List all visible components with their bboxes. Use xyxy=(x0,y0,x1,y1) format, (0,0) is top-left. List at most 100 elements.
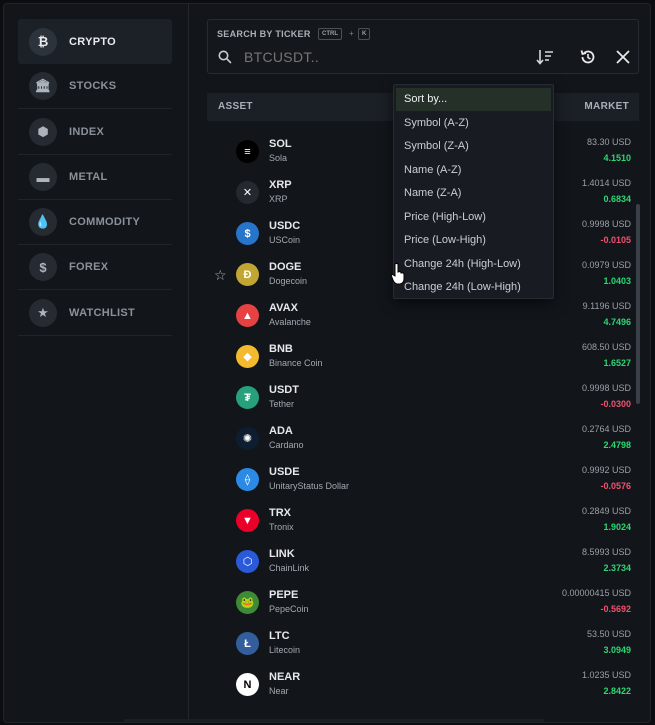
close-icon xyxy=(616,50,630,64)
asset-price: 8.5993 USD xyxy=(581,547,631,557)
asset-symbol: LTC xyxy=(269,630,290,642)
coin-icon: ≡ xyxy=(236,140,259,163)
sort-menu-item[interactable]: Change 24h (Low-High) xyxy=(396,276,551,299)
asset-name: Cardano xyxy=(269,440,304,450)
sort-menu-item[interactable]: Change 24h (High-Low) xyxy=(396,253,551,276)
asset-price: 0.2849 USD xyxy=(581,506,631,516)
asset-price: 9.1196 USD xyxy=(582,301,631,311)
asset-change: -0.5692 xyxy=(600,604,631,614)
sort-menu-item[interactable]: Name (A-Z) xyxy=(396,159,551,182)
sidebar-item-label: COMMODITY xyxy=(69,216,141,228)
cube-icon: ⬢ xyxy=(29,118,57,146)
sidebar-item-index[interactable]: ⬢ INDEX xyxy=(18,110,172,155)
sort-menu-item[interactable]: Price (High-Low) xyxy=(396,206,551,229)
coin-icon: 🐸 xyxy=(236,591,259,614)
table-row[interactable]: ◆ BNB Binance Coin 608.50 USD 1.6527 xyxy=(207,337,639,378)
asset-name: PepeCoin xyxy=(269,604,309,614)
sort-button[interactable] xyxy=(534,46,556,68)
asset-change: -0.0300 xyxy=(600,399,631,409)
table-row[interactable]: ✺ ADA Cardano 0.2764 USD 2.4798 xyxy=(207,419,639,460)
sidebar-item-crypto[interactable]: ₿ CRYPTO xyxy=(18,19,172,64)
sort-menu-header[interactable]: Sort by... xyxy=(396,88,551,111)
asset-change: -0.0576 xyxy=(600,481,631,491)
coin-icon: ▼ xyxy=(236,509,259,532)
sort-menu-item[interactable]: Name (Z-A) xyxy=(396,182,551,205)
asset-name: Dogecoin xyxy=(269,276,308,286)
kbd-plus: + xyxy=(349,29,354,38)
asset-price: 608.50 USD xyxy=(581,342,631,352)
sidebar-item-label: FOREX xyxy=(69,261,109,273)
dollar-icon: $ xyxy=(29,253,57,281)
asset-symbol: LINK xyxy=(269,548,295,560)
asset-change: 4.1510 xyxy=(603,153,631,163)
sort-menu-item[interactable]: Symbol (Z-A) xyxy=(396,135,551,158)
column-asset[interactable]: ASSET xyxy=(218,101,253,112)
table-row[interactable]: ⬡ LINK ChainLink 8.5993 USD 2.3734 xyxy=(207,542,639,583)
sidebar-item-commodity[interactable]: 💧 COMMODITY xyxy=(18,200,172,245)
coin-icon: ⬡ xyxy=(236,550,259,573)
coin-icon: Ł xyxy=(236,632,259,655)
table-row[interactable]: N NEAR Near 1.0235 USD 2.8422 xyxy=(207,665,639,706)
history-button[interactable] xyxy=(577,46,599,68)
asset-name: UnitaryStatus Dollar xyxy=(269,481,350,491)
asset-name: Binance Coin xyxy=(269,358,323,368)
asset-symbol: AVAX xyxy=(269,302,298,314)
asset-change: 2.4798 xyxy=(603,440,631,450)
search-icon xyxy=(218,50,232,64)
asset-name: USCoin xyxy=(269,235,301,245)
table-row[interactable]: ⟠ USDE UnitaryStatus Dollar 0.9992 USD -0.05… xyxy=(207,460,639,501)
kbd-ctrl: CTRL xyxy=(318,28,342,40)
bank-icon: 🏛 xyxy=(29,72,57,100)
asset-change: 2.8422 xyxy=(603,686,631,696)
asset-symbol: NEAR xyxy=(269,671,301,683)
sidebar-item-forex[interactable]: $ FOREX xyxy=(18,245,172,290)
asset-symbol: USDC xyxy=(269,220,301,232)
asset-change: 4.7496 xyxy=(603,317,631,327)
table-row[interactable]: ₮ USDT Tether 0.9998 USD -0.0300 xyxy=(207,378,639,419)
asset-symbol: PEPE xyxy=(269,589,299,601)
asset-change: 1.6527 xyxy=(603,358,631,368)
asset-change: 2.3734 xyxy=(603,563,631,573)
close-button[interactable] xyxy=(612,46,634,68)
asset-symbol: DOGE xyxy=(269,261,302,273)
asset-change: 1.9024 xyxy=(603,522,631,532)
asset-price: 1.0235 USD xyxy=(581,670,631,680)
sidebar-item-label: METAL xyxy=(69,171,108,183)
asset-price: 83.30 USD xyxy=(586,137,631,147)
asset-price: 0.2764 USD xyxy=(581,424,631,434)
asset-price: 0.0979 USD xyxy=(581,260,631,270)
sidebar-item-metal[interactable]: ▬ METAL xyxy=(18,155,172,200)
sort-menu-item[interactable]: Price (Low-High) xyxy=(396,229,551,252)
asset-name: ChainLink xyxy=(269,563,310,573)
asset-change: 3.0949 xyxy=(603,645,631,655)
scrollbar[interactable] xyxy=(636,204,640,404)
table-row[interactable]: 🐸 PEPE PepeCoin 0.00000415 USD -0.5692 xyxy=(207,583,639,624)
search-input[interactable] xyxy=(244,47,504,67)
asset-symbol: SOL xyxy=(269,138,292,150)
gold-bars-icon: ▬ xyxy=(29,163,57,191)
drop-icon: 💧 xyxy=(29,208,57,236)
table-row[interactable]: Ł LTC Litecoin 53.50 USD 3.0949 xyxy=(207,624,639,665)
history-icon xyxy=(580,50,595,64)
app-window: ₿ CRYPTO 🏛 STOCKS ⬢ INDEX ▬ METAL 💧 COMMODITY $ FOR… xyxy=(3,3,651,723)
sort-icon xyxy=(536,50,553,65)
asset-change: 0.6834 xyxy=(603,194,631,204)
coin-icon: Ð xyxy=(236,263,259,286)
asset-name: Sola xyxy=(269,153,288,163)
asset-name: XRP xyxy=(269,194,288,204)
sidebar-item-stocks[interactable]: 🏛 STOCKS xyxy=(18,64,172,109)
sort-dropdown: Sort by... Symbol (A-Z) Symbol (Z-A) Name (… xyxy=(393,84,554,299)
sidebar-item-label: INDEX xyxy=(69,126,105,138)
column-market[interactable]: MARKET xyxy=(584,101,629,112)
coin-icon: ✺ xyxy=(236,427,259,450)
hand-cursor-icon xyxy=(390,263,405,285)
sort-menu-item[interactable]: Symbol (A-Z) xyxy=(396,112,551,135)
table-row[interactable]: ▼ TRX Tronix 0.2849 USD 1.9024 xyxy=(207,501,639,542)
table-row[interactable]: ▲ AVAX Avalanche 9.1196 USD 4.7496 xyxy=(207,296,639,337)
bitcoin-icon: ₿ xyxy=(29,27,57,56)
asset-price: 53.50 USD xyxy=(586,629,631,639)
sidebar-item-label: WATCHLIST xyxy=(69,307,136,319)
star-icon[interactable]: ☆ xyxy=(214,267,227,284)
sidebar-item-watchlist[interactable]: ★ WATCHLIST xyxy=(18,291,172,336)
sidebar-item-label: STOCKS xyxy=(69,80,117,92)
